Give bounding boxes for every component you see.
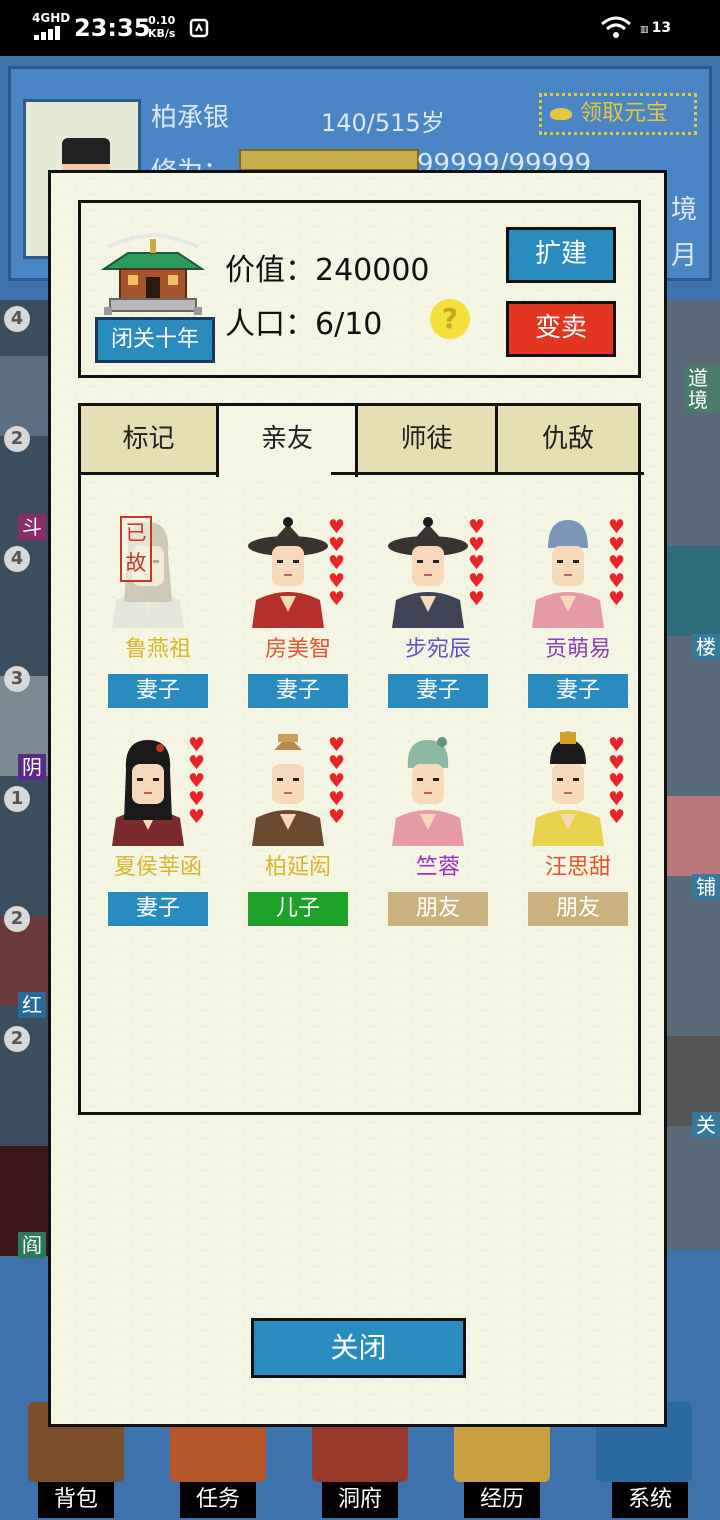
friend-name: 鲁燕祖 — [124, 637, 191, 662]
signal-icon — [34, 26, 64, 40]
scene-badge: 4 — [4, 546, 30, 572]
friend-card[interactable]: ♥ ♥ ♥ ♥ ♥ 柏延闳儿子 — [246, 730, 350, 944]
clock: 23:35 — [74, 14, 151, 42]
friend-card[interactable]: 竺蓉 朋友 — [386, 730, 490, 944]
help-icon[interactable]: ? — [430, 299, 470, 339]
relation-badge: 妻子 — [528, 674, 628, 708]
scene-tag[interactable]: 阴 — [18, 754, 46, 780]
scene-badge: 3 — [4, 666, 30, 692]
wifi-icon — [600, 16, 632, 40]
friend-name: 汪思甜 — [544, 855, 611, 880]
tab-family-friends[interactable]: 亲友 — [216, 403, 358, 477]
residence-value: 价值：240000 — [225, 253, 430, 288]
friend-name: 柏延闳 — [264, 855, 331, 880]
affection-hearts: ♥ ♥ ♥ ♥ ♥ — [328, 736, 348, 828]
cultivation-bar — [239, 149, 419, 171]
player-name: 柏承银 — [151, 103, 230, 133]
relation-tabs: 标记 亲友 师徒 仇敌 — [78, 403, 641, 477]
friend-name: 步宛辰 — [404, 637, 471, 662]
tab-master-disciple[interactable]: 师徒 — [355, 403, 498, 475]
heart-icon: ♥ — [468, 588, 486, 610]
friend-card[interactable]: ♥ ♥ ♥ ♥ ♥ 汪思甜朋友 — [526, 730, 630, 944]
relation-badge: 朋友 — [528, 892, 628, 926]
friend-name: 贡萌易 — [544, 637, 611, 662]
friend-card[interactable]: ♥ ♥ ♥ ♥ ♥ 步宛辰妻子 — [386, 512, 490, 726]
friend-name: 房美智 — [264, 637, 331, 662]
month-label: 月 — [671, 241, 698, 271]
closed-door-cultivation-button[interactable]: 闭关十年 — [95, 317, 215, 363]
expand-button[interactable]: 扩建 — [506, 227, 616, 283]
nav-tasks[interactable]: 任务 — [180, 1482, 256, 1518]
friend-card[interactable]: ♥ ♥ ♥ ♥ ♥ 贡萌易妻子 — [526, 512, 630, 726]
affection-hearts: ♥ ♥ ♥ ♥ ♥ — [188, 736, 208, 828]
character-portrait — [392, 737, 464, 846]
battery-indicator: ▥ 13 — [640, 20, 672, 36]
notification-icon — [189, 18, 209, 43]
scene-badge: 2 — [4, 426, 30, 452]
claim-yuanbao-button[interactable]: 领取元宝 — [539, 93, 697, 135]
affection-hearts: ♥ ♥ ♥ ♥ ♥ — [608, 736, 628, 828]
friend-card[interactable]: ♥ ♥ ♥ ♥ ♥ 夏侯莘函妻子 — [106, 730, 210, 944]
scene-tag[interactable]: 阎 — [18, 1232, 46, 1258]
scene-badge: 2 — [4, 1026, 30, 1052]
friend-card[interactable]: ♥ ♥ ♥ ♥ ♥ 房美智妻子 — [246, 512, 350, 726]
status-bar: 4GHD 23:35 0.10 KB/s ▥ 13 — [0, 0, 720, 56]
residence-dialog: 闭关十年 价值：240000 人口：6/10 ? 扩建 变卖 标记 亲友 师徒 … — [48, 170, 667, 1427]
nav-history[interactable]: 经历 — [464, 1482, 540, 1518]
tab-enemies[interactable]: 仇敌 — [495, 403, 641, 475]
player-age: 140/515岁 — [321, 109, 445, 137]
affection-hearts: ♥ ♥ ♥ ♥ ♥ — [328, 518, 348, 610]
residence-population: 人口：6/10 — [225, 307, 383, 342]
friend-name: 夏侯莘函 — [113, 855, 202, 880]
heart-icon: ♥ — [328, 588, 346, 610]
scene-tag[interactable]: 红 — [18, 992, 46, 1018]
heart-icon: ♥ — [328, 806, 346, 828]
relations-panel: 已故鲁燕祖 妻子 ♥ ♥ ♥ ♥ ♥ 房美智 妻子 ♥ ♥ ♥ ♥ ♥ 步宛辰 妻子 ♥ ♥ ♥ ♥ ♥ 贡萌易 妻子 ♥ ♥ ♥… — [78, 472, 644, 1115]
realm-label: 境 — [671, 195, 698, 225]
deceased-stamp: 已故 — [120, 516, 152, 582]
sell-button[interactable]: 变卖 — [506, 301, 616, 357]
scene-badge: 2 — [4, 906, 30, 932]
close-button[interactable]: 关闭 — [251, 1318, 466, 1378]
heart-icon: ♥ — [608, 588, 626, 610]
heart-icon: ♥ — [608, 806, 626, 828]
nav-cave[interactable]: 洞府 — [322, 1482, 398, 1518]
scene-tag[interactable]: 楼 — [692, 634, 720, 660]
relation-badge: 妻子 — [108, 892, 208, 926]
scene-tag[interactable]: 关 — [692, 1112, 720, 1138]
pavilion-icon — [98, 231, 208, 321]
tab-mark[interactable]: 标记 — [78, 403, 219, 475]
yuanbao-icon — [550, 108, 572, 120]
relation-badge: 妻子 — [388, 674, 488, 708]
nav-backpack[interactable]: 背包 — [38, 1482, 114, 1518]
affection-hearts: ♥ ♥ ♥ ♥ ♥ — [468, 518, 488, 610]
scene-badge: 4 — [4, 306, 30, 332]
scene-tag[interactable]: 斗 — [18, 514, 46, 540]
nav-system[interactable]: 系统 — [612, 1482, 688, 1518]
relation-badge: 妻子 — [248, 674, 348, 708]
scene-tag[interactable]: 铺 — [692, 874, 720, 900]
relation-badge: 儿子 — [248, 892, 348, 926]
network-type: 4GHD — [32, 11, 71, 25]
scene-badge: 1 — [4, 786, 30, 812]
residence-info-box: 闭关十年 价值：240000 人口：6/10 ? 扩建 变卖 — [78, 200, 641, 378]
scene-tag[interactable]: 道 境 — [684, 366, 720, 412]
friend-card[interactable]: 已故鲁燕祖妻子 — [106, 512, 210, 726]
relation-badge: 妻子 — [108, 674, 208, 708]
affection-hearts: ♥ ♥ ♥ ♥ ♥ — [608, 518, 628, 610]
relation-badge: 朋友 — [388, 892, 488, 926]
heart-icon: ♥ — [188, 806, 206, 828]
friend-name: 竺蓉 — [415, 855, 460, 880]
net-speed: 0.10 KB/s — [148, 14, 176, 40]
